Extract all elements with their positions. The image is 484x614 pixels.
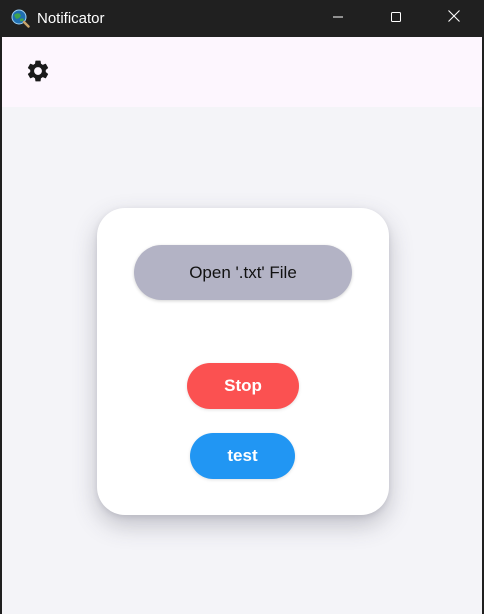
maximize-button[interactable] bbox=[367, 0, 425, 37]
settings-button[interactable] bbox=[24, 59, 52, 87]
stop-button[interactable]: Stop bbox=[187, 363, 299, 409]
close-icon bbox=[447, 9, 461, 28]
close-button[interactable] bbox=[425, 0, 483, 37]
test-button[interactable]: test bbox=[190, 433, 295, 479]
app-window: Notificator Open '.txt' File Stop test bbox=[0, 0, 484, 614]
window-border-left bbox=[0, 37, 2, 614]
title-bar[interactable]: Notificator bbox=[0, 0, 484, 37]
open-txt-file-button[interactable]: Open '.txt' File bbox=[134, 245, 352, 300]
minimize-icon bbox=[332, 10, 344, 28]
window-title: Notificator bbox=[37, 10, 105, 27]
globe-magnifier-icon bbox=[10, 8, 30, 28]
maximize-icon bbox=[390, 10, 402, 28]
minimize-button[interactable] bbox=[309, 0, 367, 37]
action-card: Open '.txt' File Stop test bbox=[97, 208, 389, 515]
gear-icon bbox=[25, 58, 51, 89]
app-header bbox=[2, 37, 482, 107]
main-content: Open '.txt' File Stop test bbox=[2, 107, 482, 614]
